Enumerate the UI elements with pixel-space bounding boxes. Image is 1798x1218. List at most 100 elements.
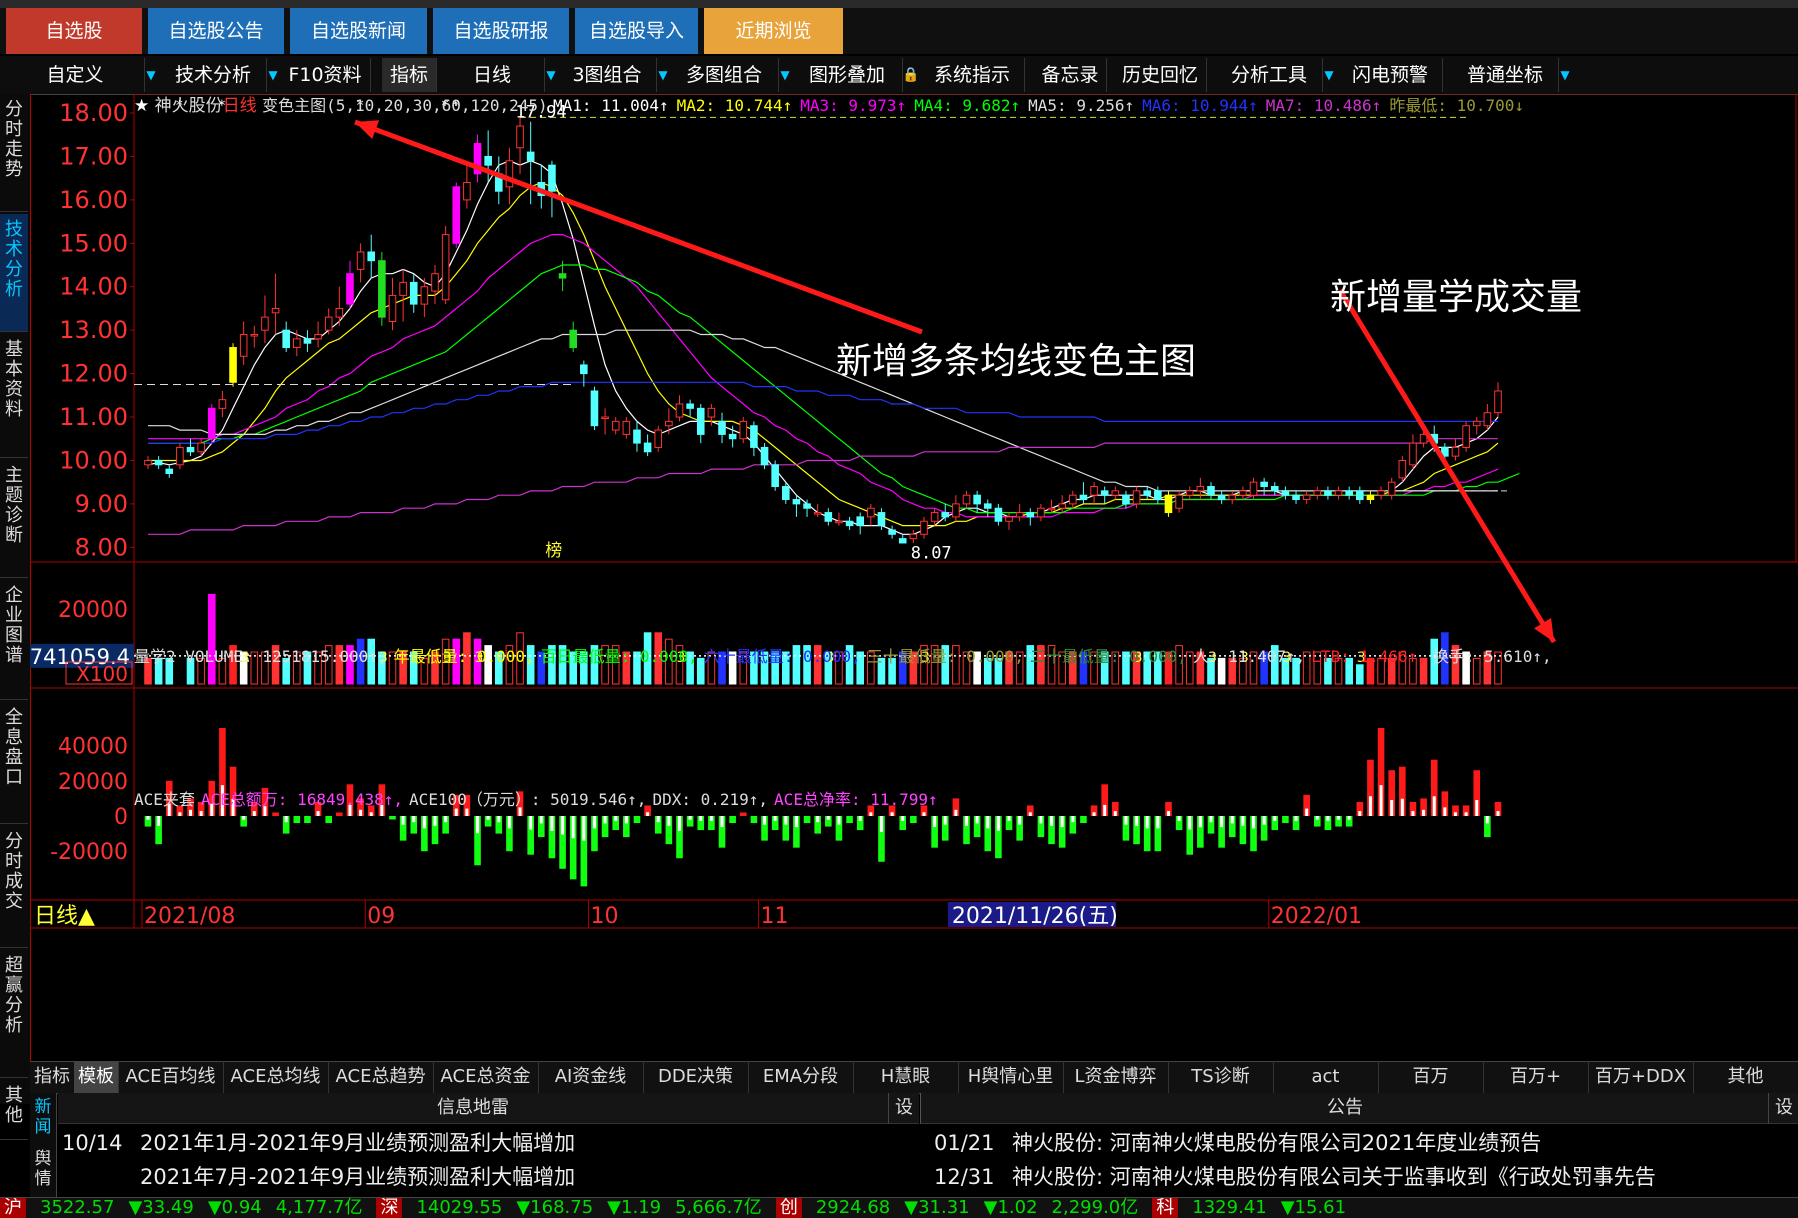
toolbar-item-2[interactable]: F10资料 xyxy=(280,58,371,92)
candle-body[interactable] xyxy=(1451,446,1460,457)
ace-bar[interactable] xyxy=(729,816,736,824)
candle-body[interactable] xyxy=(665,420,673,427)
candle-body[interactable] xyxy=(1281,490,1290,496)
candle-body[interactable] xyxy=(909,533,918,540)
candle-body[interactable] xyxy=(399,281,407,296)
candle-body[interactable] xyxy=(1111,490,1120,496)
candle-body[interactable] xyxy=(1090,486,1098,496)
candle-body[interactable] xyxy=(1079,494,1088,501)
candle-body[interactable] xyxy=(952,503,960,518)
sidebar-item-7[interactable]: 超赢分析 xyxy=(0,950,28,1078)
candle-body[interactable] xyxy=(1345,490,1353,496)
toolbar-item-1[interactable]: 技术分析 xyxy=(160,58,267,92)
candle-body[interactable] xyxy=(1132,490,1141,505)
candle-body[interactable] xyxy=(643,442,652,453)
indicator-tab-13[interactable]: act xyxy=(1273,1061,1379,1093)
candle-body[interactable] xyxy=(1026,512,1035,518)
indicator-tab-2[interactable]: ACE百均线 xyxy=(118,1061,224,1093)
candle-body[interactable] xyxy=(675,403,684,418)
candle-body[interactable] xyxy=(580,364,588,375)
indicator-tab-9[interactable]: H慧眼 xyxy=(853,1061,959,1093)
candle-body[interactable] xyxy=(696,407,705,435)
indicator-tab-6[interactable]: AI资金线 xyxy=(538,1061,644,1093)
candle-body[interactable] xyxy=(186,446,195,453)
ace-bar[interactable] xyxy=(272,812,279,816)
candle-body[interactable] xyxy=(1302,494,1311,501)
volume-bar[interactable] xyxy=(207,593,216,685)
candle-body[interactable] xyxy=(282,329,290,349)
ace-bar[interactable] xyxy=(293,816,301,824)
candle-body[interactable] xyxy=(441,234,450,301)
candle-body[interactable] xyxy=(941,512,950,518)
candle-body[interactable] xyxy=(1154,490,1162,501)
candle-body[interactable] xyxy=(1334,490,1343,496)
candle-body[interactable] xyxy=(548,164,556,192)
candle-body[interactable] xyxy=(1249,481,1258,496)
indicator-tab-1[interactable]: 模板 xyxy=(74,1061,119,1093)
ace-bar[interactable] xyxy=(304,816,311,824)
dropdown-arrow-icon[interactable]: ▼ xyxy=(1558,58,1572,92)
candle-body[interactable] xyxy=(154,459,163,466)
toolbar-item-11[interactable]: 分析工具 xyxy=(1216,58,1323,92)
candle-body[interactable] xyxy=(1143,490,1152,496)
candle-body[interactable] xyxy=(835,520,843,524)
toolbar-item-3[interactable]: 指标 xyxy=(382,58,437,92)
candle-body[interactable] xyxy=(452,186,461,244)
candle-body[interactable] xyxy=(569,329,577,349)
indicator-tab-15[interactable]: 百万+ xyxy=(1483,1061,1589,1093)
sidebar-item-8[interactable]: 其他 xyxy=(0,1080,28,1140)
candle-body[interactable] xyxy=(1196,486,1205,492)
candle-body[interactable] xyxy=(1069,494,1077,505)
candle-body[interactable] xyxy=(973,494,981,505)
candle-body[interactable] xyxy=(824,512,833,522)
candle-body[interactable] xyxy=(782,486,790,501)
candle-body[interactable] xyxy=(1472,420,1481,427)
indicator-tab-10[interactable]: H舆情心里 xyxy=(958,1061,1064,1093)
candle-body[interactable] xyxy=(1356,490,1364,501)
candle-body[interactable] xyxy=(314,334,322,340)
candle-body[interactable] xyxy=(1398,459,1407,479)
candle-body[interactable] xyxy=(622,420,631,435)
candle-body[interactable] xyxy=(271,307,280,314)
candle-body[interactable] xyxy=(197,442,205,453)
candle-body[interactable] xyxy=(1164,494,1173,514)
candle-body[interactable] xyxy=(611,420,620,431)
candle-body[interactable] xyxy=(845,520,854,527)
dropdown-arrow-icon[interactable]: ▼ xyxy=(656,58,670,92)
candle-body[interactable] xyxy=(1377,490,1385,496)
candle-body[interactable] xyxy=(1185,490,1194,496)
toolbar-item-12[interactable]: 闪电预警 xyxy=(1338,58,1443,92)
indicator-tab-0[interactable]: 指标 xyxy=(30,1061,75,1093)
info-mine-row[interactable]: 2021年7月-2021年9月业绩预测盈利大幅增加 xyxy=(62,1160,882,1194)
indicator-tab-12[interactable]: TS诊断 xyxy=(1168,1061,1274,1093)
candle-body[interactable] xyxy=(1217,494,1226,501)
candle-body[interactable] xyxy=(1122,494,1130,505)
indicator-tab-17[interactable]: 其他 xyxy=(1693,1061,1798,1093)
candle-body[interactable] xyxy=(409,281,418,305)
candle-body[interactable] xyxy=(771,464,779,488)
candle-body[interactable] xyxy=(1462,425,1470,448)
candle-body[interactable] xyxy=(803,503,811,509)
candle-body[interactable] xyxy=(1005,516,1013,522)
ace-bar[interactable] xyxy=(739,812,747,816)
candle-body[interactable] xyxy=(1228,494,1237,501)
dropdown-arrow-icon[interactable]: ▼ xyxy=(144,58,158,92)
ace-bar[interactable] xyxy=(389,816,396,820)
candle-body[interactable] xyxy=(760,446,769,466)
candle-body[interactable] xyxy=(707,407,716,418)
indicator-tab-16[interactable]: 百万+DDX xyxy=(1588,1061,1694,1093)
top-tab-5[interactable]: 近期浏览 xyxy=(704,8,843,54)
ace-bar[interactable] xyxy=(750,816,758,824)
candle-body[interactable] xyxy=(1239,490,1247,496)
sidebar-item-0[interactable]: 分时走势 xyxy=(0,94,28,212)
candle-body[interactable] xyxy=(176,446,184,466)
candle-body[interactable] xyxy=(1324,490,1332,496)
candle-body[interactable] xyxy=(877,512,886,527)
candle-body[interactable] xyxy=(686,403,694,409)
dropdown-arrow-icon[interactable]: ▼ xyxy=(778,58,792,92)
indicator-tab-3[interactable]: ACE总均线 xyxy=(223,1061,329,1093)
announcement-row[interactable]: 01/21 神火股份: 河南神火煤电股份有限公司2021年度业绩预告 xyxy=(934,1126,1794,1160)
toolbar-item-13[interactable]: 普通坐标 xyxy=(1452,58,1559,92)
candle-body[interactable] xyxy=(750,425,758,448)
top-tab-3[interactable]: 自选股研报 xyxy=(433,8,569,54)
